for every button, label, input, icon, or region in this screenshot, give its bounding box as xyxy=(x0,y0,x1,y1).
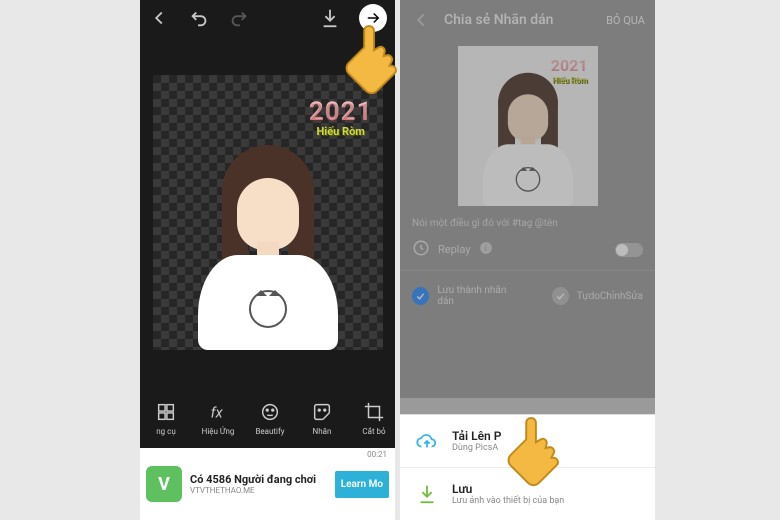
back-icon[interactable] xyxy=(148,7,170,29)
tutorial-hand-icon xyxy=(340,20,402,102)
tool-label: Beautify xyxy=(255,427,284,436)
name-text: Hiếu Ròm xyxy=(309,125,373,138)
tool-beautify[interactable]: Beautify xyxy=(244,388,296,448)
ad-badge-icon: V xyxy=(146,466,182,502)
save-download-icon xyxy=(414,483,440,505)
caption-input[interactable]: Nói một điều gì đó với #tag @tên xyxy=(400,212,655,235)
save-desc: Lưu ảnh vào thiết bị của bạn xyxy=(452,496,564,506)
tool-crop[interactable]: Cắt bỏ xyxy=(348,388,395,448)
preview-subject xyxy=(479,89,577,206)
subject-cutout xyxy=(193,170,343,350)
ad-text: Có 4586 Người đang chơi VTVTHETHAO.ME xyxy=(190,473,327,495)
save-options-row: Lưu thành nhãn dán TựdoChỉnhSửa xyxy=(400,271,655,321)
replay-toggle[interactable] xyxy=(615,243,643,257)
transparent-canvas: 2021 Hiếu Ròm xyxy=(153,75,383,350)
ad-cta-button[interactable]: Learn Mo xyxy=(335,471,389,498)
tool-sticker[interactable]: Nhãn xyxy=(296,388,348,448)
redo-icon[interactable] xyxy=(228,7,250,29)
replay-row: Replay i xyxy=(400,235,655,271)
tool-effects[interactable]: fx Hiệu Ứng xyxy=(192,388,244,448)
chip-save-sticker[interactable]: Lưu thành nhãn dán xyxy=(437,285,522,307)
ad-subtitle: VTVTHETHAO.ME xyxy=(190,486,327,495)
back-icon[interactable] xyxy=(410,9,432,31)
info-icon[interactable]: i xyxy=(479,241,493,258)
tool-label: ng cụ xyxy=(156,427,176,436)
ad-banner[interactable]: 00:21 V Có 4586 Người đang chơi VTVTHETH… xyxy=(140,448,395,520)
cloud-upload-icon xyxy=(414,430,440,452)
tool-label: Cắt bỏ xyxy=(362,427,385,436)
year-sticker: 2021 Hiếu Ròm xyxy=(309,97,373,138)
tool-tools[interactable]: ng cụ xyxy=(140,388,192,448)
share-title: Chia sẻ Nhãn dán xyxy=(444,12,594,28)
tool-label: Hiệu Ứng xyxy=(202,427,235,436)
svg-text:i: i xyxy=(484,244,486,253)
svg-text:fx: fx xyxy=(211,403,224,421)
download-icon[interactable] xyxy=(319,7,341,29)
skip-button[interactable]: BỎ QUA xyxy=(606,14,645,27)
preview-year: 2021 xyxy=(551,56,588,75)
undo-icon[interactable] xyxy=(188,7,210,29)
check-icon[interactable] xyxy=(552,287,569,305)
replay-icon xyxy=(412,239,430,260)
replay-label: Replay xyxy=(438,243,471,256)
share-header: Chia sẻ Nhãn dán BỎ QUA xyxy=(400,0,655,40)
tutorial-hand-icon xyxy=(502,412,564,494)
ad-timestamp: 00:21 xyxy=(367,450,387,459)
ad-title: Có 4586 Người đang chơi xyxy=(190,473,327,486)
check-icon[interactable] xyxy=(412,287,429,305)
share-preview: 2021 Hiếu Ròm xyxy=(458,46,598,206)
editor-toolbar: ng cụ fx Hiệu Ứng Beautify Nhãn Cắt bỏ T… xyxy=(140,388,395,448)
tool-label: Nhãn xyxy=(313,427,332,436)
preview-name: Hiếu Ròm xyxy=(552,76,587,85)
chip-self-edit[interactable]: TựdoChỉnhSửa xyxy=(577,291,643,302)
